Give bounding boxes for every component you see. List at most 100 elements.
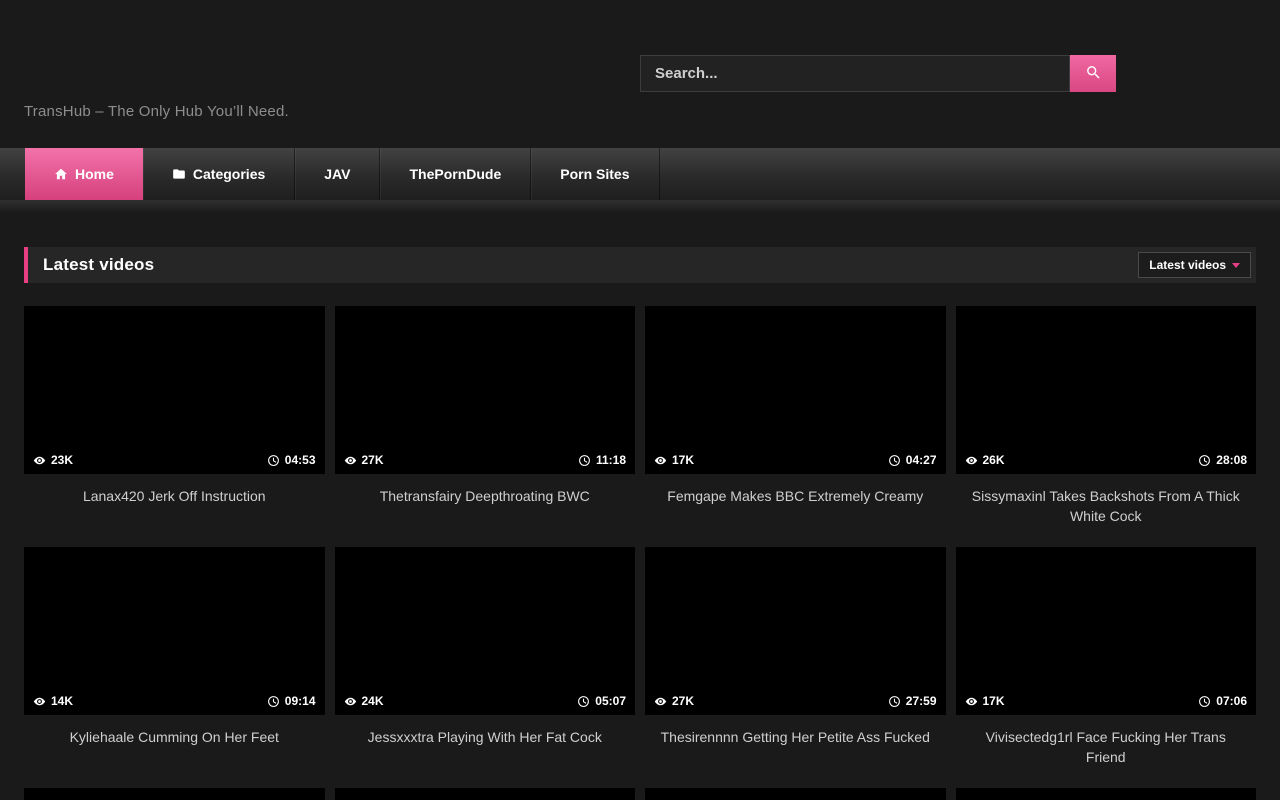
- video-card[interactable]: [335, 788, 636, 800]
- duration-stat: 04:27: [888, 453, 937, 467]
- nav-item-porn-sites[interactable]: Porn Sites: [531, 148, 659, 200]
- nav-item-jav[interactable]: JAV: [295, 148, 380, 200]
- video-thumbnail[interactable]: 17K 04:27: [645, 306, 946, 474]
- duration-icon: [888, 695, 901, 708]
- nav-item-home[interactable]: Home: [25, 148, 143, 200]
- main-content: Latest videos Latest videos 23K 04:53 Lana…: [24, 247, 1256, 800]
- duration-value: 11:18: [596, 453, 626, 467]
- duration-stat: 11:18: [578, 453, 626, 467]
- thumbnail-stats: 24K05:07: [344, 694, 627, 708]
- views-icon: [654, 695, 667, 708]
- video-thumbnail[interactable]: [335, 788, 636, 800]
- search-icon: [1085, 64, 1102, 84]
- section-accent-bar: [24, 247, 28, 283]
- main-nav: Home Categories JAV ThePornDude Porn Sites: [0, 148, 1280, 200]
- views-count: 17K: [672, 453, 694, 467]
- views-stat: 14K: [33, 694, 73, 708]
- duration-value: 09:14: [285, 694, 316, 708]
- nav-item-label: Porn Sites: [560, 166, 629, 182]
- video-card[interactable]: 27K 11:18 Thetransfairy Deepthroating BWC: [335, 306, 636, 547]
- views-stat: 26K: [965, 453, 1005, 467]
- duration-value: 04:53: [285, 453, 316, 467]
- views-stat: 23K: [33, 453, 73, 467]
- views-stat: 17K: [654, 453, 694, 467]
- section-header: Latest videos Latest videos: [24, 247, 1256, 283]
- duration-icon: [888, 454, 901, 467]
- video-thumbnail[interactable]: 17K 07:06: [956, 547, 1257, 715]
- nav-item-theporndude[interactable]: ThePornDude: [380, 148, 531, 200]
- duration-icon: [578, 454, 591, 467]
- video-title[interactable]: Femgape Makes BBC Extremely Creamy: [645, 474, 946, 547]
- views-stat: 17K: [965, 694, 1005, 708]
- thumbnail-stats: 17K 07:06: [965, 694, 1248, 708]
- section-title: Latest videos: [43, 255, 154, 275]
- video-title[interactable]: Sissymaxinl Takes Backshots From A Thick…: [956, 474, 1257, 547]
- video-card[interactable]: 26K 28:08 Sissymaxinl Takes Backshots From…: [956, 306, 1257, 547]
- search-button[interactable]: [1070, 55, 1116, 92]
- thumbnail-stats: 27K 27:59: [654, 694, 937, 708]
- views-count: 27K: [362, 453, 384, 467]
- site-tagline: TransHub – The Only Hub You’ll Need.: [24, 103, 289, 120]
- duration-value: 28:08: [1216, 453, 1247, 467]
- video-card[interactable]: 17K 07:06 Vivisectedg1rl Face Fucking Her …: [956, 547, 1257, 788]
- duration-icon: [267, 454, 280, 467]
- video-card[interactable]: [645, 788, 946, 800]
- video-thumbnail[interactable]: [645, 788, 946, 800]
- thumbnail-stats: 26K 28:08: [965, 453, 1248, 467]
- video-grid: 23K04:53Lanax420 Jerk Off Instruction27K…: [24, 306, 1256, 800]
- sort-dropdown-button[interactable]: Latest videos: [1138, 252, 1251, 278]
- video-title[interactable]: Kyliehaale Cumming On Her Feet: [24, 715, 325, 788]
- views-icon: [344, 454, 357, 467]
- views-stat: 27K: [654, 694, 694, 708]
- video-thumbnail[interactable]: 14K 09:14: [24, 547, 325, 715]
- views-count: 17K: [983, 694, 1005, 708]
- duration-stat: 05:07: [577, 694, 626, 708]
- video-card[interactable]: 27K 27:59 Thesirennnn Getting Her Petite A…: [645, 547, 946, 788]
- video-thumbnail[interactable]: 27K 11:18: [335, 306, 636, 474]
- video-card[interactable]: [24, 788, 325, 800]
- video-title[interactable]: Thetransfairy Deepthroating BWC: [335, 474, 636, 547]
- video-card[interactable]: 24K05:07 Jessxxxtra Playing With Her Fat …: [335, 547, 636, 788]
- thumbnail-stats: 14K 09:14: [33, 694, 316, 708]
- duration-icon: [1198, 454, 1211, 467]
- thumbnail-stats: 27K 11:18: [344, 453, 627, 467]
- duration-stat: 09:14: [267, 694, 316, 708]
- video-title[interactable]: Thesirennnn Getting Her Petite Ass Fucke…: [645, 715, 946, 788]
- nav-item-categories[interactable]: Categories: [143, 148, 295, 200]
- video-card[interactable]: [956, 788, 1257, 800]
- views-count: 23K: [51, 453, 73, 467]
- video-card[interactable]: 23K 04:53 Lanax420 Jerk Off Instruction: [24, 306, 325, 547]
- duration-value: 27:59: [906, 694, 937, 708]
- video-thumbnail[interactable]: [24, 788, 325, 800]
- views-count: 14K: [51, 694, 73, 708]
- video-title[interactable]: Vivisectedg1rl Face Fucking Her Trans Fr…: [956, 715, 1257, 788]
- views-icon: [33, 454, 46, 467]
- duration-icon: [1198, 695, 1211, 708]
- duration-stat: 07:06: [1198, 694, 1247, 708]
- sort-dropdown-label: Latest videos: [1149, 258, 1226, 272]
- video-card[interactable]: 17K 04:27 Femgape Makes BBC Extremely Crea…: [645, 306, 946, 547]
- duration-icon: [577, 695, 590, 708]
- thumbnail-stats: 23K 04:53: [33, 453, 316, 467]
- views-count: 26K: [983, 453, 1005, 467]
- video-card[interactable]: 14K 09:14 Kyliehaale Cumming On Her Feet: [24, 547, 325, 788]
- nav-item-label: Categories: [193, 166, 265, 182]
- duration-stat: 28:08: [1198, 453, 1247, 467]
- video-thumbnail[interactable]: 26K 28:08: [956, 306, 1257, 474]
- search-input[interactable]: [640, 55, 1070, 92]
- nav-item-label: Home: [75, 166, 114, 182]
- video-title[interactable]: Jessxxxtra Playing With Her Fat Cock: [335, 715, 636, 788]
- nav-shadow: [0, 200, 1280, 213]
- site-header: TransHub – The Only Hub You’ll Need.: [0, 0, 1280, 148]
- thumbnail-stats: 17K 04:27: [654, 453, 937, 467]
- video-thumbnail[interactable]: 23K 04:53: [24, 306, 325, 474]
- folder-icon: [172, 167, 186, 181]
- chevron-down-icon: [1232, 263, 1240, 268]
- video-thumbnail[interactable]: 24K05:07: [335, 547, 636, 715]
- video-thumbnail[interactable]: 27K 27:59: [645, 547, 946, 715]
- views-icon: [654, 454, 667, 467]
- nav-item-label: ThePornDude: [409, 166, 501, 182]
- search-bar: [640, 55, 1116, 92]
- video-title[interactable]: Lanax420 Jerk Off Instruction: [24, 474, 325, 547]
- video-thumbnail[interactable]: [956, 788, 1257, 800]
